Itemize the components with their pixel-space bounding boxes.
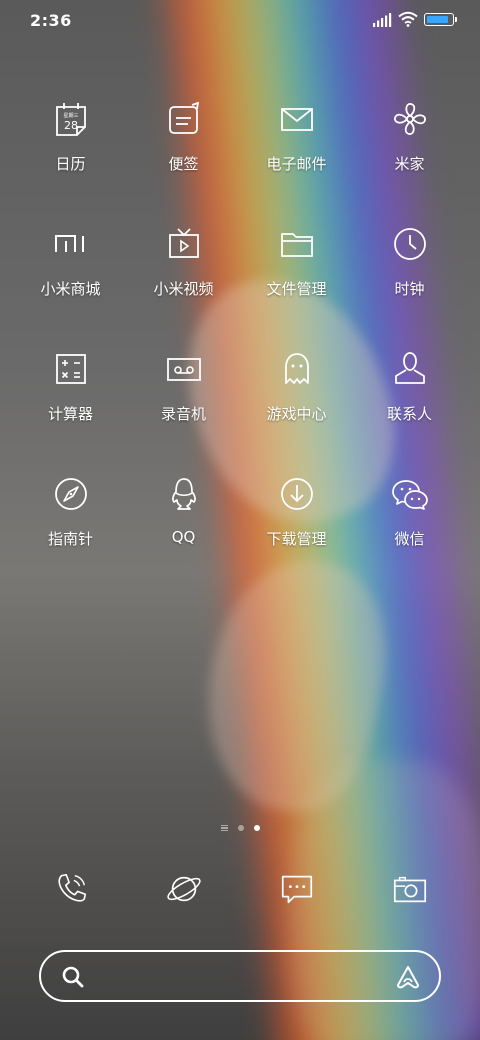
app-wechat[interactable]: 微信 <box>353 470 466 595</box>
phone-icon <box>57 873 86 902</box>
app-label: 下载管理 <box>266 530 327 548</box>
app-label: QQ <box>171 528 196 546</box>
contact-icon <box>394 352 425 384</box>
app-calendar[interactable]: 星期三 28 日历 <box>14 95 127 220</box>
app-label: 便签 <box>168 155 199 173</box>
app-label: 录音机 <box>160 405 206 423</box>
app-label: 小米商城 <box>40 280 101 298</box>
calendar-day: 28 <box>64 119 78 132</box>
app-download-manager[interactable]: 下载管理 <box>240 470 353 595</box>
tv-icon <box>168 228 199 258</box>
message-icon <box>281 875 312 904</box>
app-label: 文件管理 <box>266 280 327 298</box>
app-label: 时钟 <box>394 280 425 298</box>
app-qq[interactable]: QQ <box>127 470 240 595</box>
app-label: 游戏中心 <box>266 405 327 423</box>
dock-camera[interactable] <box>353 870 466 908</box>
wifi-icon <box>398 11 418 27</box>
app-notes[interactable]: 便签 <box>127 95 240 220</box>
app-label: 米家 <box>394 155 425 173</box>
app-label: 计算器 <box>47 405 93 423</box>
compass-icon <box>54 478 87 510</box>
wechat-icon <box>391 480 428 510</box>
dock-phone[interactable] <box>14 870 127 908</box>
app-label: 小米视频 <box>153 280 214 298</box>
app-mijia[interactable]: 米家 <box>353 95 466 220</box>
recorder-icon <box>166 358 201 381</box>
app-mi-video[interactable]: 小米视频 <box>127 220 240 345</box>
assistant-icon[interactable] <box>395 964 421 990</box>
mi-logo-icon <box>54 235 84 252</box>
page-indicator-menu-icon <box>220 825 228 831</box>
page-indicator[interactable] <box>0 825 480 831</box>
search-bar[interactable] <box>39 950 441 1002</box>
app-label: 电子邮件 <box>266 155 327 173</box>
dock-browser[interactable] <box>127 870 240 908</box>
status-time: 2:36 <box>30 11 72 30</box>
app-game-center[interactable]: 游戏中心 <box>240 345 353 470</box>
status-bar: 2:36 <box>0 0 480 40</box>
battery-icon <box>424 13 457 26</box>
camera-icon <box>393 876 426 903</box>
app-label: 联系人 <box>386 405 432 423</box>
app-email[interactable]: 电子邮件 <box>240 95 353 220</box>
dock-messages[interactable] <box>240 870 353 908</box>
app-calculator[interactable]: 计算器 <box>14 345 127 470</box>
app-clock[interactable]: 时钟 <box>353 220 466 345</box>
app-file-manager[interactable]: 文件管理 <box>240 220 353 345</box>
download-icon <box>280 478 313 510</box>
browser-planet-icon <box>166 876 201 902</box>
app-label: 日历 <box>55 155 86 173</box>
cellular-signal-icon <box>373 13 392 27</box>
calendar-icon: 星期三 28 <box>55 103 86 136</box>
app-grid: 星期三 28 日历 便签 电子邮件 米家 小米商城 小米视频 文件管理 时钟 计… <box>14 95 466 595</box>
ghost-icon <box>284 353 309 384</box>
qq-penguin-icon <box>171 478 196 510</box>
app-recorder[interactable]: 录音机 <box>127 345 240 470</box>
folder-icon <box>280 233 313 257</box>
calculator-icon <box>55 354 86 384</box>
app-mi-store[interactable]: 小米商城 <box>14 220 127 345</box>
page-dot-2 <box>253 825 260 831</box>
app-label: 微信 <box>394 530 425 548</box>
search-icon <box>62 966 84 988</box>
dock <box>14 870 466 908</box>
mijia-fan-icon <box>393 103 426 135</box>
mail-icon <box>280 108 313 131</box>
page-dot-1 <box>237 825 244 831</box>
app-label: 指南针 <box>47 530 93 548</box>
app-contacts[interactable]: 联系人 <box>353 345 466 470</box>
app-compass[interactable]: 指南针 <box>14 470 127 595</box>
battery-level <box>427 16 448 23</box>
clock-icon <box>393 228 426 260</box>
notes-icon <box>168 101 199 134</box>
